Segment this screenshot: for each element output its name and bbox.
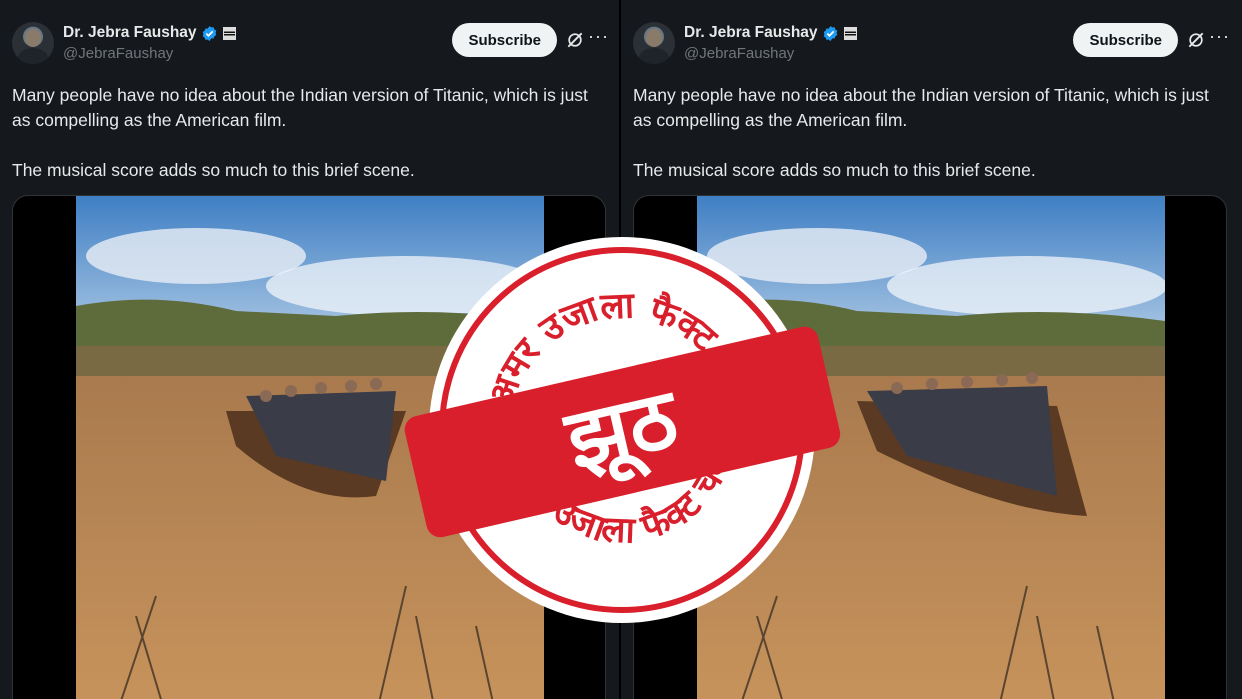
tweet-text: Many people have no idea about the India… (12, 83, 602, 183)
author-info: Dr. Jebra Faushay @JebraFaushay (684, 22, 857, 62)
author-info: Dr. Jebra Faushay @JebraFaushay (63, 22, 236, 62)
tweet-text-line: Many people have no idea about the India… (633, 85, 1209, 130)
tweet-header: Dr. Jebra Faushay @JebraFaushay Subscrib… (12, 20, 609, 66)
more-icon[interactable]: ··· (1209, 26, 1230, 47)
video-player[interactable] (12, 195, 606, 699)
flag-icon (222, 26, 236, 40)
more-icon[interactable]: ··· (588, 26, 609, 47)
user-handle[interactable]: @JebraFaushay (63, 45, 236, 62)
tweet-panel-right: Dr. Jebra Faushay @JebraFaushay Subscrib… (621, 0, 1242, 699)
grok-icon[interactable] (1186, 30, 1206, 50)
tweet-text-line: Many people have no idea about the India… (12, 85, 588, 130)
verified-badge-icon (823, 25, 837, 41)
video-frame[interactable] (697, 196, 1165, 699)
user-handle[interactable]: @JebraFaushay (684, 45, 857, 62)
flag-icon (843, 26, 857, 40)
verified-badge-icon (202, 25, 216, 41)
tweet-panel-left: Dr. Jebra Faushay @JebraFaushay Subscrib… (0, 0, 621, 699)
grok-icon[interactable] (565, 30, 585, 50)
avatar[interactable] (633, 22, 675, 64)
video-player[interactable] (633, 195, 1227, 699)
display-name[interactable]: Dr. Jebra Faushay (63, 24, 197, 42)
display-name[interactable]: Dr. Jebra Faushay (684, 24, 818, 42)
avatar[interactable] (12, 22, 54, 64)
video-frame[interactable] (76, 196, 544, 699)
subscribe-button[interactable]: Subscribe (452, 23, 557, 57)
tweet-text-line: The musical score adds so much to this b… (12, 160, 415, 180)
subscribe-button[interactable]: Subscribe (1073, 23, 1178, 57)
tweet-text: Many people have no idea about the India… (633, 83, 1223, 183)
tweet-header: Dr. Jebra Faushay @JebraFaushay Subscrib… (633, 20, 1230, 66)
tweet-text-line: The musical score adds so much to this b… (633, 160, 1036, 180)
